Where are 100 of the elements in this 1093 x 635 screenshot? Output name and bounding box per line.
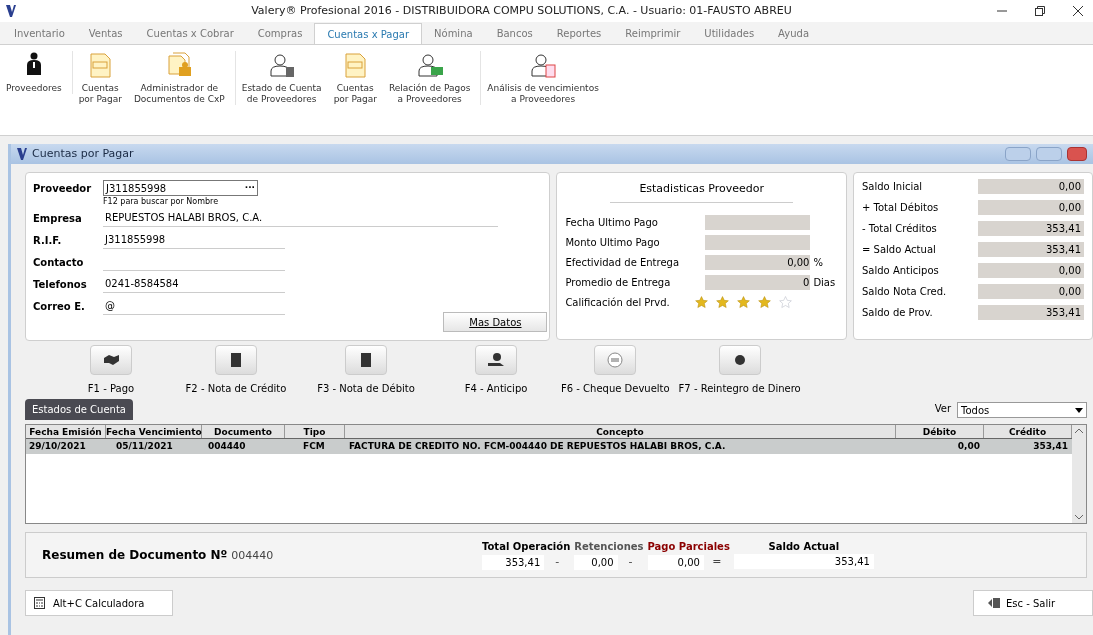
action-label: F4 - Anticipo (464, 382, 528, 396)
action-button[interactable] (475, 345, 517, 375)
action-label: F1 - Pago (87, 382, 135, 396)
column-header[interactable]: Fecha Vencimiento (106, 425, 202, 438)
action-button[interactable] (90, 345, 132, 375)
menu-tab[interactable]: Reimprimir (613, 23, 693, 44)
menu-tab[interactable]: Cuentas x Pagar (314, 23, 423, 44)
star-filled-icon (758, 295, 772, 309)
action-label: F3 - Nota de Débito (317, 382, 415, 396)
stat-value: 0 (705, 274, 811, 290)
documents-user-icon (165, 51, 194, 79)
scroll-down-icon[interactable] (1075, 515, 1083, 520)
summary-value: 0,00 (574, 555, 618, 570)
ribbon-button[interactable]: Análisis de vencimientos a Proveedores (481, 51, 605, 105)
menu-tab[interactable]: Bancos (484, 23, 545, 44)
filter-dropdown[interactable]: Todos (957, 402, 1087, 418)
field-label: Correo E. (33, 299, 86, 314)
ribbon-button[interactable]: Cuentas por Pagar (72, 51, 128, 105)
menu-tab[interactable]: Cuentas x Cobrar (134, 23, 246, 44)
summary-value: 0,00 (647, 555, 704, 570)
stat-label: Monto Ultimo Pago (565, 235, 661, 250)
statement-tab[interactable]: Estados de Cuenta (25, 399, 133, 420)
scroll-up-icon[interactable] (1075, 428, 1083, 433)
star-filled-icon (737, 295, 751, 309)
menu-tab[interactable]: Utilidades (692, 23, 767, 44)
document-number: 004440 (231, 547, 274, 564)
close-button[interactable] (1067, 147, 1087, 161)
balance-value: 0,00 (978, 200, 1084, 215)
stat-label: Calificación del Prvd. (565, 295, 671, 310)
balance-value: 0,00 (978, 263, 1084, 278)
field-label: Proveedor (33, 181, 93, 196)
summary-label: Total Operación (482, 540, 571, 555)
ellipsis-button[interactable]: ··· (244, 181, 255, 195)
child-window-title: Cuentas por Pagar (32, 145, 134, 162)
ribbon-button[interactable]: Administrador de Documentos de CxP (127, 51, 236, 105)
column-header[interactable]: Débito (896, 425, 984, 438)
stat-label: Efectividad de Entrega (565, 255, 681, 270)
table-cell-text: FCM (302, 440, 326, 453)
user-calculator-icon (267, 51, 296, 79)
field-label: Empresa (33, 211, 83, 226)
stat-unit: % (813, 255, 823, 270)
field-label: R.I.F. (33, 233, 63, 248)
summary-label: Saldo Actual (767, 540, 841, 555)
summary-label: Retenciones (574, 540, 644, 555)
menu-tab[interactable]: Ayuda (766, 23, 821, 44)
exit-button[interactable]: Esc - Salir (973, 590, 1093, 616)
stat-unit: Dias (813, 275, 836, 290)
exit-door-icon (988, 598, 1000, 608)
star-empty-icon (779, 295, 793, 309)
action-button[interactable] (345, 345, 387, 375)
operator-sign: = (711, 554, 723, 571)
balance-label: Saldo Anticipos (862, 264, 940, 278)
action-label: F7 - Reintegro de Dinero (678, 382, 801, 396)
text-field[interactable]: REPUESTOS HALABI BROS, C.A. (103, 209, 498, 227)
menu-tab[interactable]: Nómina (422, 23, 485, 44)
supplier-field[interactable]: J311855998 ··· (103, 180, 258, 196)
operator-sign: - (554, 554, 561, 571)
table-cell-text: FACTURA DE CREDITO NO. FCM-004440 DE REPUESTOS HALABI BROS, C.A. (348, 440, 727, 453)
text-field[interactable]: 0241-8584584 (103, 275, 285, 293)
close-icon[interactable] (1073, 6, 1083, 16)
stat-value: 0,00 (705, 254, 811, 270)
ribbon-button[interactable]: Relación de Pagos a Proveedores (382, 51, 482, 105)
text-field[interactable]: J311855998 (103, 231, 285, 249)
ribbon-button[interactable]: Proveedores (0, 51, 73, 94)
menu-tab[interactable]: Ventas (76, 23, 135, 44)
menu-tab[interactable]: Compras (245, 23, 315, 44)
action-button[interactable] (718, 345, 761, 375)
user-document-icon (529, 51, 558, 79)
scrollbar[interactable] (1072, 425, 1086, 523)
menu-tab[interactable]: Inventario (2, 23, 77, 44)
operator-sign: - (627, 554, 634, 571)
menu-tab[interactable]: Reportes (544, 23, 614, 44)
column-header[interactable]: Tipo (285, 425, 345, 438)
action-button[interactable] (215, 345, 257, 375)
table-cell-text: 004440 (207, 440, 247, 453)
summary-value: 353,41 (482, 555, 545, 570)
summary-label: Pago Parciales (647, 540, 730, 555)
balance-label: + Total Débitos (862, 201, 940, 215)
text-field[interactable]: @ (103, 297, 285, 315)
more-data-button[interactable]: Mas Datos (443, 312, 548, 332)
star-filled-icon (716, 295, 730, 309)
balance-value: 353,41 (978, 221, 1084, 236)
ribbon-button[interactable]: Cuentas por Pagar (327, 51, 383, 105)
column-header[interactable]: Fecha Emisión (26, 425, 106, 438)
calculator-icon (34, 597, 45, 609)
table-cell-text: 29/10/2021 (28, 440, 87, 453)
column-header[interactable]: Documento (202, 425, 285, 438)
app-logo-icon (17, 148, 27, 160)
restore-icon[interactable] (1035, 6, 1045, 16)
calculator-button[interactable]: Alt+C Calculadora (25, 590, 173, 616)
column-header[interactable]: Concepto (345, 425, 896, 438)
stat-label: Promedio de Entrega (565, 275, 672, 290)
table-row[interactable]: 29/10/2021 05/11/2021 004440 FCM FACTURA DE CREDITO NO. FCM-004440 DE REPUESTOS HALABI BROS, C.A. 0,00 353,41 (26, 439, 1072, 454)
cheque-icon (606, 352, 625, 368)
ribbon-button[interactable]: Estado de Cuenta de Proveedores (235, 51, 328, 105)
balance-label: Saldo de Prov. (862, 306, 934, 320)
window-title: Valery® Profesional 2016 - DISTRIBUIDORA COMPU SOLUTIONS, C.A. - Usuario: 01-FAUSTO ABREU (251, 2, 792, 19)
balance-value: 353,41 (978, 242, 1084, 257)
balance-label: - Total Créditos (862, 222, 938, 236)
balance-value: 0,00 (978, 284, 1084, 299)
